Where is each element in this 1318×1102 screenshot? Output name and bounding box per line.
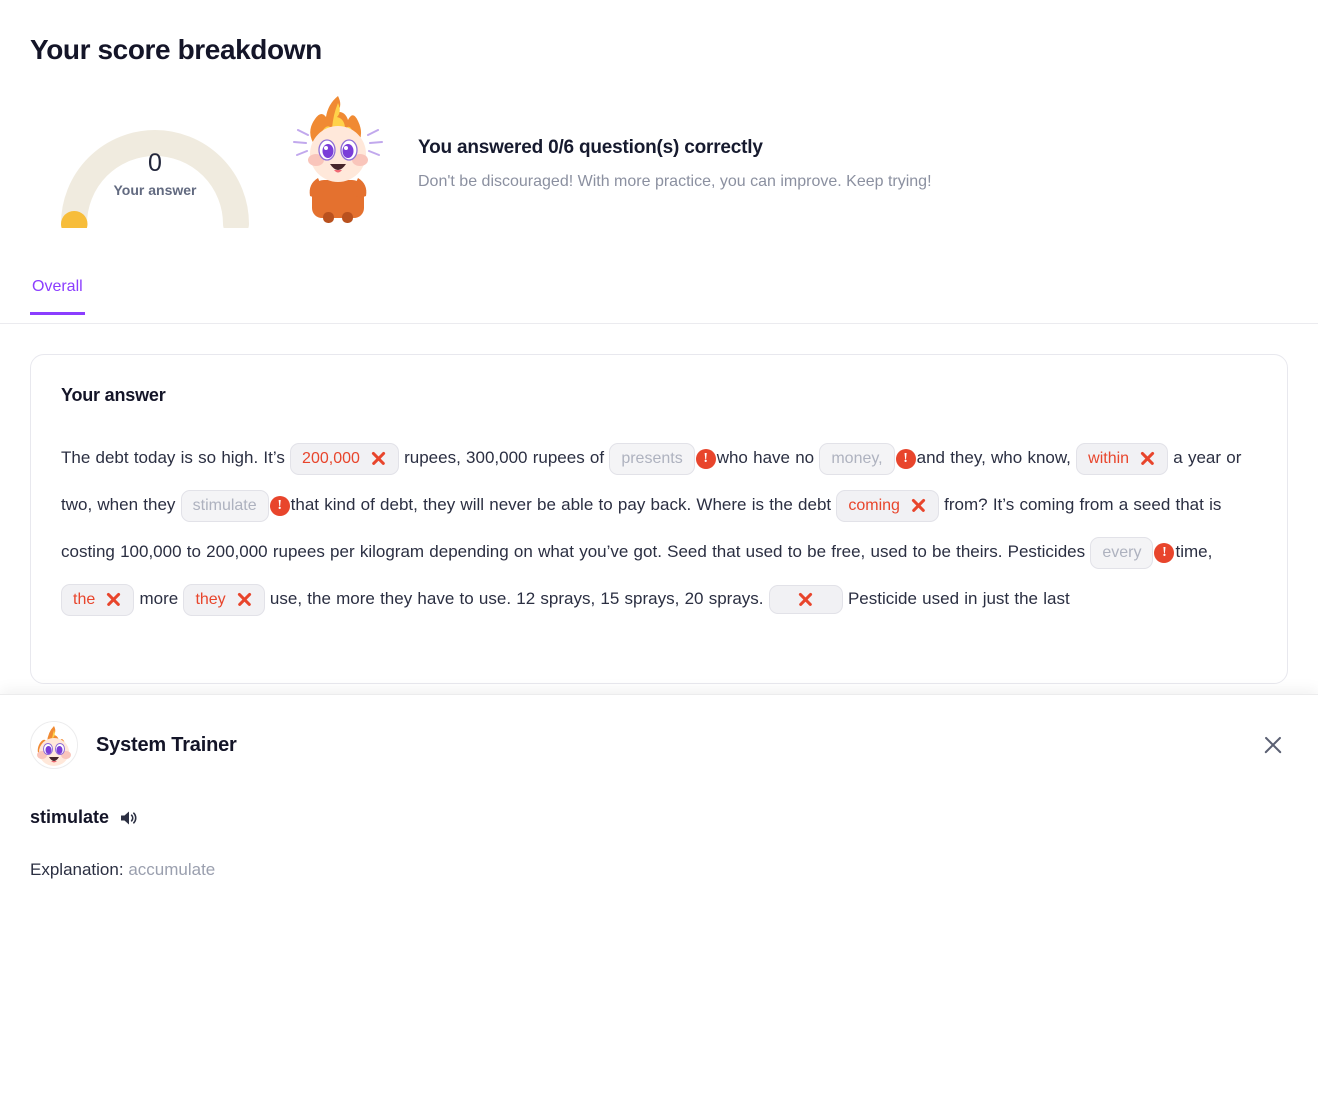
answer-chip-incorrect[interactable]: they [183,583,265,616]
answer-text-run: more [134,589,184,608]
summary-subtext: Don't be discouraged! With more practice… [418,173,932,190]
answer-text: The debt today is so high. It’s 200,000 … [61,434,1257,622]
answer-card-title: Your answer [61,385,166,405]
summary-heading: You answered 0/6 question(s) correctly [418,137,763,158]
close-x-icon [370,450,387,467]
close-x-icon [1139,450,1156,467]
system-trainer-panel: System Trainer stimulate Explanation: ac… [0,694,1318,1102]
score-summary: 0 Your answer You answered 0/6 question(… [0,66,1318,229]
trainer-avatar-icon [30,721,78,769]
explanation-value: accumulate [128,860,216,879]
summary-text: You answered 0/6 question(s) correctly D… [418,137,932,191]
answer-text-run: Pesticide used in just the last [842,589,1070,608]
chip-label: they [195,590,226,608]
word-row: stimulate [30,807,1288,828]
close-x-icon [797,591,814,608]
chip-label: money, [831,449,883,467]
answer-chip-missing[interactable]: money, [819,442,895,475]
answer-text-run: time, [1175,542,1213,561]
answer-card: Your answer The debt today is so high. I… [30,354,1288,684]
alert-icon[interactable]: ! [1154,542,1175,563]
explanation-label: Explanation: [30,860,124,879]
answer-text-run: rupees, 300,000 rupees of [398,448,610,467]
close-x-icon [910,497,927,514]
answer-chip-missing[interactable]: presents [609,442,695,475]
gauge-label: Your answer [113,181,197,198]
close-x-icon [105,591,122,608]
gauge-value: 0 [148,149,162,177]
chip-label: 200,000 [302,449,360,467]
panel-header: System Trainer [30,721,1288,769]
word-label: stimulate [30,807,110,827]
chip-label: presents [621,449,683,467]
answer-chip-missing[interactable]: every [1090,536,1154,569]
answer-text-run: that kind of debt, they will never be ab… [290,495,837,514]
alert-icon[interactable]: ! [269,495,290,516]
answer-chip-empty[interactable] [768,585,843,615]
chip-label: coming [848,496,900,514]
answer-chip-missing[interactable]: stimulate [180,489,269,522]
chip-label: every [1102,543,1142,561]
panel-title: System Trainer [96,733,237,756]
page-title: Your score breakdown [30,34,322,65]
chip-label: the [73,590,96,608]
chip-label: stimulate [192,496,257,514]
alert-icon[interactable]: ! [695,448,716,469]
speaker-icon[interactable] [119,808,139,828]
chip-label: within [1088,449,1130,467]
alert-icon[interactable]: ! [895,448,916,469]
mascot-character-icon [290,94,400,229]
answer-text-run: and they, who know, [916,448,1077,467]
answer-chip-incorrect[interactable]: within [1076,442,1169,475]
answer-chip-incorrect[interactable]: 200,000 [290,442,399,475]
answer-text-run: who have no [716,448,820,467]
answer-chip-incorrect[interactable]: the [61,583,135,616]
explanation-row: Explanation: accumulate [30,860,1288,880]
close-icon[interactable] [1258,730,1288,760]
answer-text-run: The debt today is so high. It’s [61,448,291,467]
tab-overall[interactable]: Overall [30,270,85,315]
score-gauge: 0 Your answer [30,100,280,228]
answer-chip-incorrect[interactable]: coming [836,489,939,522]
answer-text-run: use, the more they have to use. 12 spray… [264,589,769,608]
tab-bar: Overall [0,270,1318,324]
close-x-icon [236,591,253,608]
